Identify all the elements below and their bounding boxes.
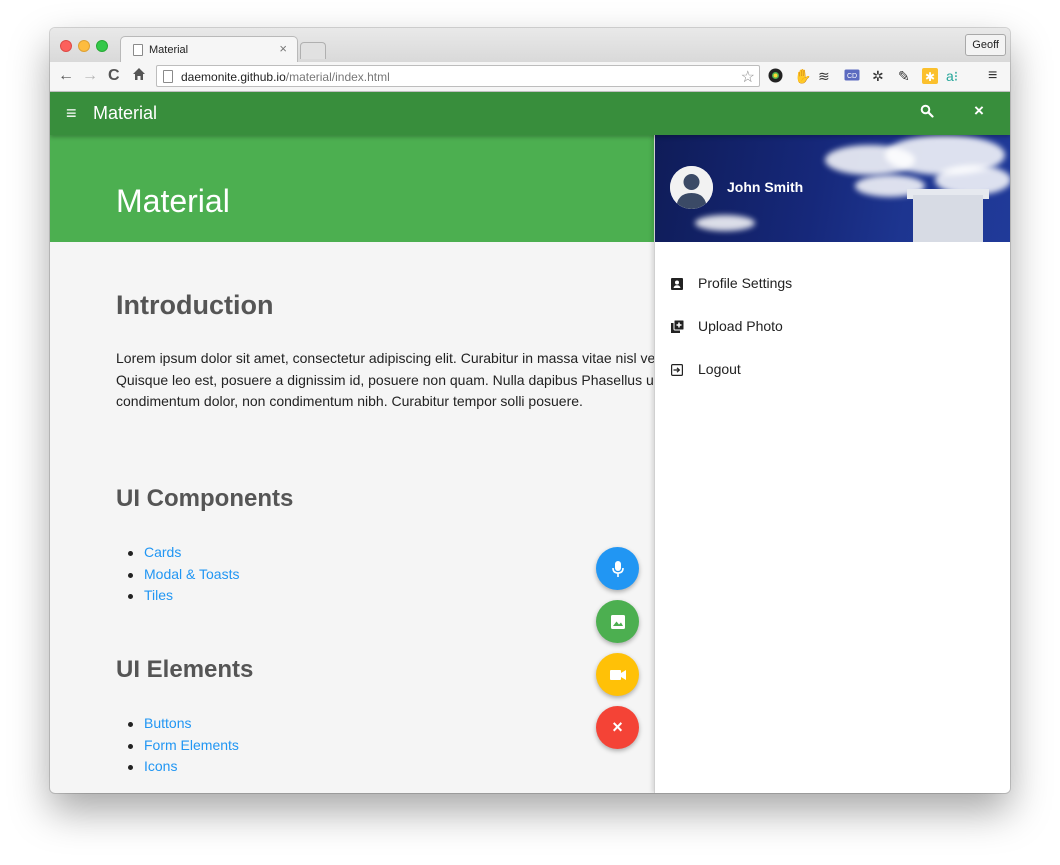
- zoom-window-button[interactable]: [96, 40, 108, 52]
- bookmark-star-icon[interactable]: ☆: [741, 67, 755, 87]
- ui-components-heading: UI Components: [116, 485, 294, 512]
- drawer-header: John Smith: [655, 135, 1010, 242]
- close-fab-button[interactable]: ×: [596, 706, 639, 749]
- hamburger-menu-icon[interactable]: ≡: [66, 103, 77, 123]
- hand-icon[interactable]: ✋: [794, 68, 811, 84]
- tab-bar: Material × Geoff: [50, 28, 1010, 63]
- account-box-icon: [671, 277, 683, 290]
- svg-text:CD: CD: [847, 73, 857, 80]
- hero-banner: Material: [50, 135, 654, 242]
- back-icon[interactable]: ←: [58, 67, 74, 85]
- close-icon[interactable]: ×: [974, 101, 984, 121]
- logout-icon: [671, 363, 684, 377]
- browser-window: Material × Geoff ← → C daemonite.github.…: [50, 28, 1010, 793]
- minimize-window-button[interactable]: [78, 40, 90, 52]
- pencil-icon[interactable]: ✎: [898, 68, 910, 84]
- ui-components-list: Cards Modal & Toasts Tiles: [116, 542, 239, 607]
- videocam-icon: [609, 669, 626, 680]
- svg-text:✱: ✱: [925, 70, 935, 84]
- chrome-icon[interactable]: [768, 68, 783, 86]
- link-form-elements[interactable]: Form Elements: [116, 735, 239, 757]
- page-icon: [133, 44, 143, 56]
- browser-toolbar: ← → C daemonite.github.io/material/index…: [50, 62, 1010, 92]
- gear-icon[interactable]: ✲: [872, 68, 884, 84]
- page-icon: [163, 70, 173, 83]
- drawer-item-label: Logout: [698, 361, 741, 377]
- link-cards[interactable]: Cards: [116, 542, 239, 564]
- link-modal-toasts[interactable]: Modal & Toasts: [116, 564, 239, 586]
- drawer-item-profile-settings[interactable]: Profile Settings: [655, 263, 1010, 305]
- intro-paragraph: Lorem ipsum dolor sit amet, consectetur …: [116, 350, 654, 409]
- reload-icon[interactable]: C: [108, 67, 120, 85]
- layers-icon[interactable]: ≋: [818, 68, 830, 84]
- ui-elements-heading: UI Elements: [116, 656, 254, 683]
- close-window-button[interactable]: [60, 40, 72, 52]
- link-icons[interactable]: Icons: [116, 756, 239, 778]
- url-text: daemonite.github.io/material/index.html: [181, 70, 390, 84]
- drawer-item-label: Upload Photo: [698, 318, 783, 334]
- cd-icon[interactable]: CD: [844, 68, 860, 85]
- app-bar: ≡ Material ×: [50, 92, 1010, 135]
- user-name: John Smith: [727, 179, 804, 195]
- menu-icon[interactable]: ≡: [988, 68, 997, 84]
- introduction-heading: Introduction: [116, 290, 274, 320]
- forward-icon[interactable]: →: [82, 67, 98, 85]
- link-buttons[interactable]: Buttons: [116, 713, 239, 735]
- browser-tab[interactable]: Material ×: [120, 36, 298, 63]
- avatar[interactable]: [670, 166, 713, 209]
- drawer-item-label: Profile Settings: [698, 275, 793, 291]
- image-icon: [610, 614, 625, 629]
- add-photo-icon: [671, 319, 685, 333]
- amazon-icon[interactable]: a⁝: [946, 68, 958, 84]
- image-fab-button[interactable]: [596, 600, 639, 643]
- main-content: Introduction Lorem ipsum dolor sit amet,…: [50, 242, 654, 793]
- page-title: Material: [116, 183, 230, 219]
- link-tiles[interactable]: Tiles: [116, 585, 239, 607]
- home-icon[interactable]: [132, 67, 146, 86]
- mic-icon: [611, 560, 624, 577]
- tab-title: Material: [149, 44, 189, 56]
- ui-elements-list: Buttons Form Elements Icons: [116, 713, 239, 778]
- side-drawer: John Smith Profile Settings Upload Photo…: [654, 135, 1010, 793]
- video-fab-button[interactable]: [596, 653, 639, 696]
- drawer-item-upload-photo[interactable]: Upload Photo: [655, 306, 1010, 348]
- tab-close-icon[interactable]: ×: [279, 41, 287, 56]
- star-badge-icon[interactable]: ✱: [922, 68, 938, 87]
- app-title: Material: [93, 103, 158, 123]
- drawer-item-logout[interactable]: Logout: [655, 349, 1010, 391]
- search-icon[interactable]: [920, 104, 934, 123]
- profile-button[interactable]: Geoff: [965, 34, 1006, 56]
- address-bar[interactable]: daemonite.github.io/material/index.html …: [156, 65, 760, 87]
- new-tab-button[interactable]: [300, 42, 326, 59]
- mic-fab-button[interactable]: [596, 547, 639, 590]
